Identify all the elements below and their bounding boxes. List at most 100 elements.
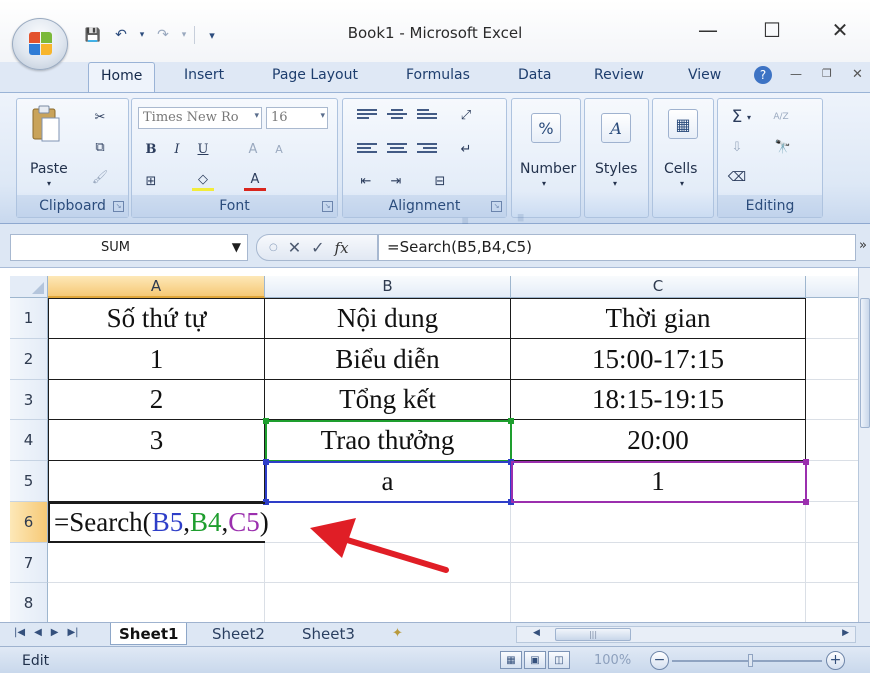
- cell-a4[interactable]: 3: [48, 420, 265, 461]
- row-header-5[interactable]: 5: [10, 461, 48, 502]
- prev-sheet-icon[interactable]: ◀: [34, 627, 42, 638]
- align-middle-icon[interactable]: [387, 109, 407, 123]
- decrease-indent-icon[interactable]: ⇤: [355, 171, 377, 191]
- zoom-slider-thumb[interactable]: [748, 654, 753, 667]
- cell-a2[interactable]: 1: [48, 339, 265, 380]
- fill-icon[interactable]: ⇩: [726, 137, 748, 157]
- page-break-view-icon[interactable]: ◫: [548, 651, 570, 669]
- cell-d8[interactable]: [806, 583, 858, 622]
- italic-button[interactable]: I: [166, 139, 188, 159]
- next-sheet-icon[interactable]: ▶: [51, 627, 59, 638]
- cell-c4[interactable]: 20:00: [511, 420, 806, 461]
- increase-font-icon[interactable]: A: [242, 139, 264, 159]
- scroll-left-icon[interactable]: ◀: [533, 628, 540, 638]
- horizontal-scroll-thumb[interactable]: |||: [555, 628, 631, 641]
- paste-icon[interactable]: [29, 105, 63, 143]
- tab-insert[interactable]: Insert: [184, 67, 224, 83]
- group-styles[interactable]: A Styles ▾: [584, 98, 649, 218]
- tab-formulas[interactable]: Formulas: [406, 67, 470, 83]
- last-sheet-icon[interactable]: ▶|: [67, 627, 78, 638]
- row-header-2[interactable]: 2: [10, 339, 48, 380]
- zoom-in-button[interactable]: +: [826, 651, 845, 670]
- column-header-a[interactable]: A: [48, 276, 265, 298]
- sheet-tab-sheet3[interactable]: Sheet3: [302, 623, 355, 645]
- cell-d4[interactable]: [806, 420, 858, 461]
- copy-icon[interactable]: ⧉: [89, 137, 111, 157]
- tab-view[interactable]: View: [688, 67, 721, 83]
- wrap-text-icon[interactable]: ↵: [455, 139, 477, 159]
- align-top-icon[interactable]: [357, 109, 377, 123]
- autosum-dropdown-icon[interactable]: ▾: [744, 107, 754, 127]
- sort-filter-icon[interactable]: A/Z: [770, 107, 792, 127]
- formula-input[interactable]: =Search(B5,B4,C5): [378, 234, 856, 261]
- clipboard-launcher-icon[interactable]: ↘: [113, 201, 124, 212]
- decrease-font-icon[interactable]: A: [268, 139, 290, 159]
- cell-c1[interactable]: Thời gian: [511, 298, 806, 339]
- merge-center-icon[interactable]: ⊟: [429, 171, 451, 191]
- cell-a8[interactable]: [48, 583, 265, 622]
- scroll-right-icon[interactable]: ▶: [842, 628, 849, 638]
- close-button[interactable]: ✕: [820, 18, 860, 48]
- increase-indent-icon[interactable]: ⇥: [385, 171, 407, 191]
- cell-c3[interactable]: 18:15-19:15: [511, 380, 806, 420]
- font-color-button[interactable]: A: [244, 171, 266, 191]
- sheet-tab-sheet2[interactable]: Sheet2: [212, 623, 265, 645]
- column-header-c[interactable]: C: [511, 276, 806, 298]
- align-center-icon[interactable]: [387, 143, 407, 157]
- font-size-combo[interactable]: 16 ▾: [266, 107, 328, 129]
- group-number[interactable]: % Number ▾: [511, 98, 581, 218]
- zoom-slider[interactable]: [672, 660, 822, 662]
- find-select-icon[interactable]: 🔭: [772, 137, 794, 157]
- cell-c7[interactable]: [511, 543, 806, 583]
- expand-formula-bar-icon[interactable]: »: [859, 238, 867, 253]
- tab-data[interactable]: Data: [518, 67, 551, 83]
- normal-view-icon[interactable]: ▦: [500, 651, 522, 669]
- cell-c8[interactable]: [511, 583, 806, 622]
- cell-d2[interactable]: [806, 339, 858, 380]
- align-left-icon[interactable]: [357, 143, 377, 157]
- paste-dropdown-icon[interactable]: ▾: [47, 179, 51, 188]
- row-header-8[interactable]: 8: [10, 583, 48, 622]
- tab-page-layout[interactable]: Page Layout: [272, 67, 358, 83]
- underline-button[interactable]: U: [192, 139, 214, 159]
- row-header-4[interactable]: 4: [10, 420, 48, 461]
- ribbon-minimize-icon[interactable]: —: [790, 67, 802, 81]
- row-header-6[interactable]: 6: [10, 502, 48, 543]
- font-launcher-icon[interactable]: ↘: [322, 201, 333, 212]
- ribbon-restore-icon[interactable]: ❐: [822, 67, 832, 80]
- insert-function-button[interactable]: fx: [335, 239, 349, 257]
- cell-b3[interactable]: Tổng kết: [265, 380, 511, 420]
- vertical-scrollbar[interactable]: [858, 268, 870, 622]
- maximize-button[interactable]: ☐: [752, 18, 792, 48]
- cell-b2[interactable]: Biểu diễn: [265, 339, 511, 380]
- paste-label[interactable]: Paste: [30, 161, 68, 177]
- cell-a3[interactable]: 2: [48, 380, 265, 420]
- align-bottom-icon[interactable]: [417, 109, 437, 123]
- orientation-icon[interactable]: ⤢: [455, 105, 477, 125]
- select-all-button[interactable]: [10, 276, 48, 298]
- row-header-1[interactable]: 1: [10, 298, 48, 339]
- cancel-formula-button[interactable]: ✕: [288, 238, 301, 257]
- minimize-button[interactable]: —: [688, 18, 728, 48]
- first-sheet-icon[interactable]: |◀: [14, 627, 25, 638]
- zoom-out-button[interactable]: −: [650, 651, 669, 670]
- fill-color-icon[interactable]: ◇: [192, 171, 214, 191]
- cell-c6[interactable]: [511, 502, 806, 543]
- cell-b1[interactable]: Nội dung: [265, 298, 511, 339]
- insert-sheet-icon[interactable]: ✦: [392, 623, 403, 645]
- cell-b5[interactable]: a: [265, 461, 511, 502]
- cell-d6[interactable]: [806, 502, 858, 543]
- alignment-launcher-icon[interactable]: ↘: [491, 201, 502, 212]
- workbook-close-icon[interactable]: ✕: [852, 67, 863, 82]
- cell-d5[interactable]: [806, 461, 858, 502]
- worksheet-grid[interactable]: A B C 1 2 3 4 5 6 7 8 Số thứ tự Nội dung…: [0, 268, 858, 622]
- zoom-level[interactable]: 100%: [594, 653, 631, 668]
- align-right-icon[interactable]: [417, 143, 437, 157]
- name-box[interactable]: SUM ▼: [10, 234, 248, 261]
- borders-icon[interactable]: ⊞: [140, 171, 162, 191]
- row-header-7[interactable]: 7: [10, 543, 48, 583]
- column-header-b[interactable]: B: [265, 276, 511, 298]
- office-button[interactable]: [12, 18, 68, 70]
- format-painter-icon[interactable]: 🖌: [89, 167, 111, 187]
- enter-formula-button[interactable]: ✓: [311, 238, 324, 257]
